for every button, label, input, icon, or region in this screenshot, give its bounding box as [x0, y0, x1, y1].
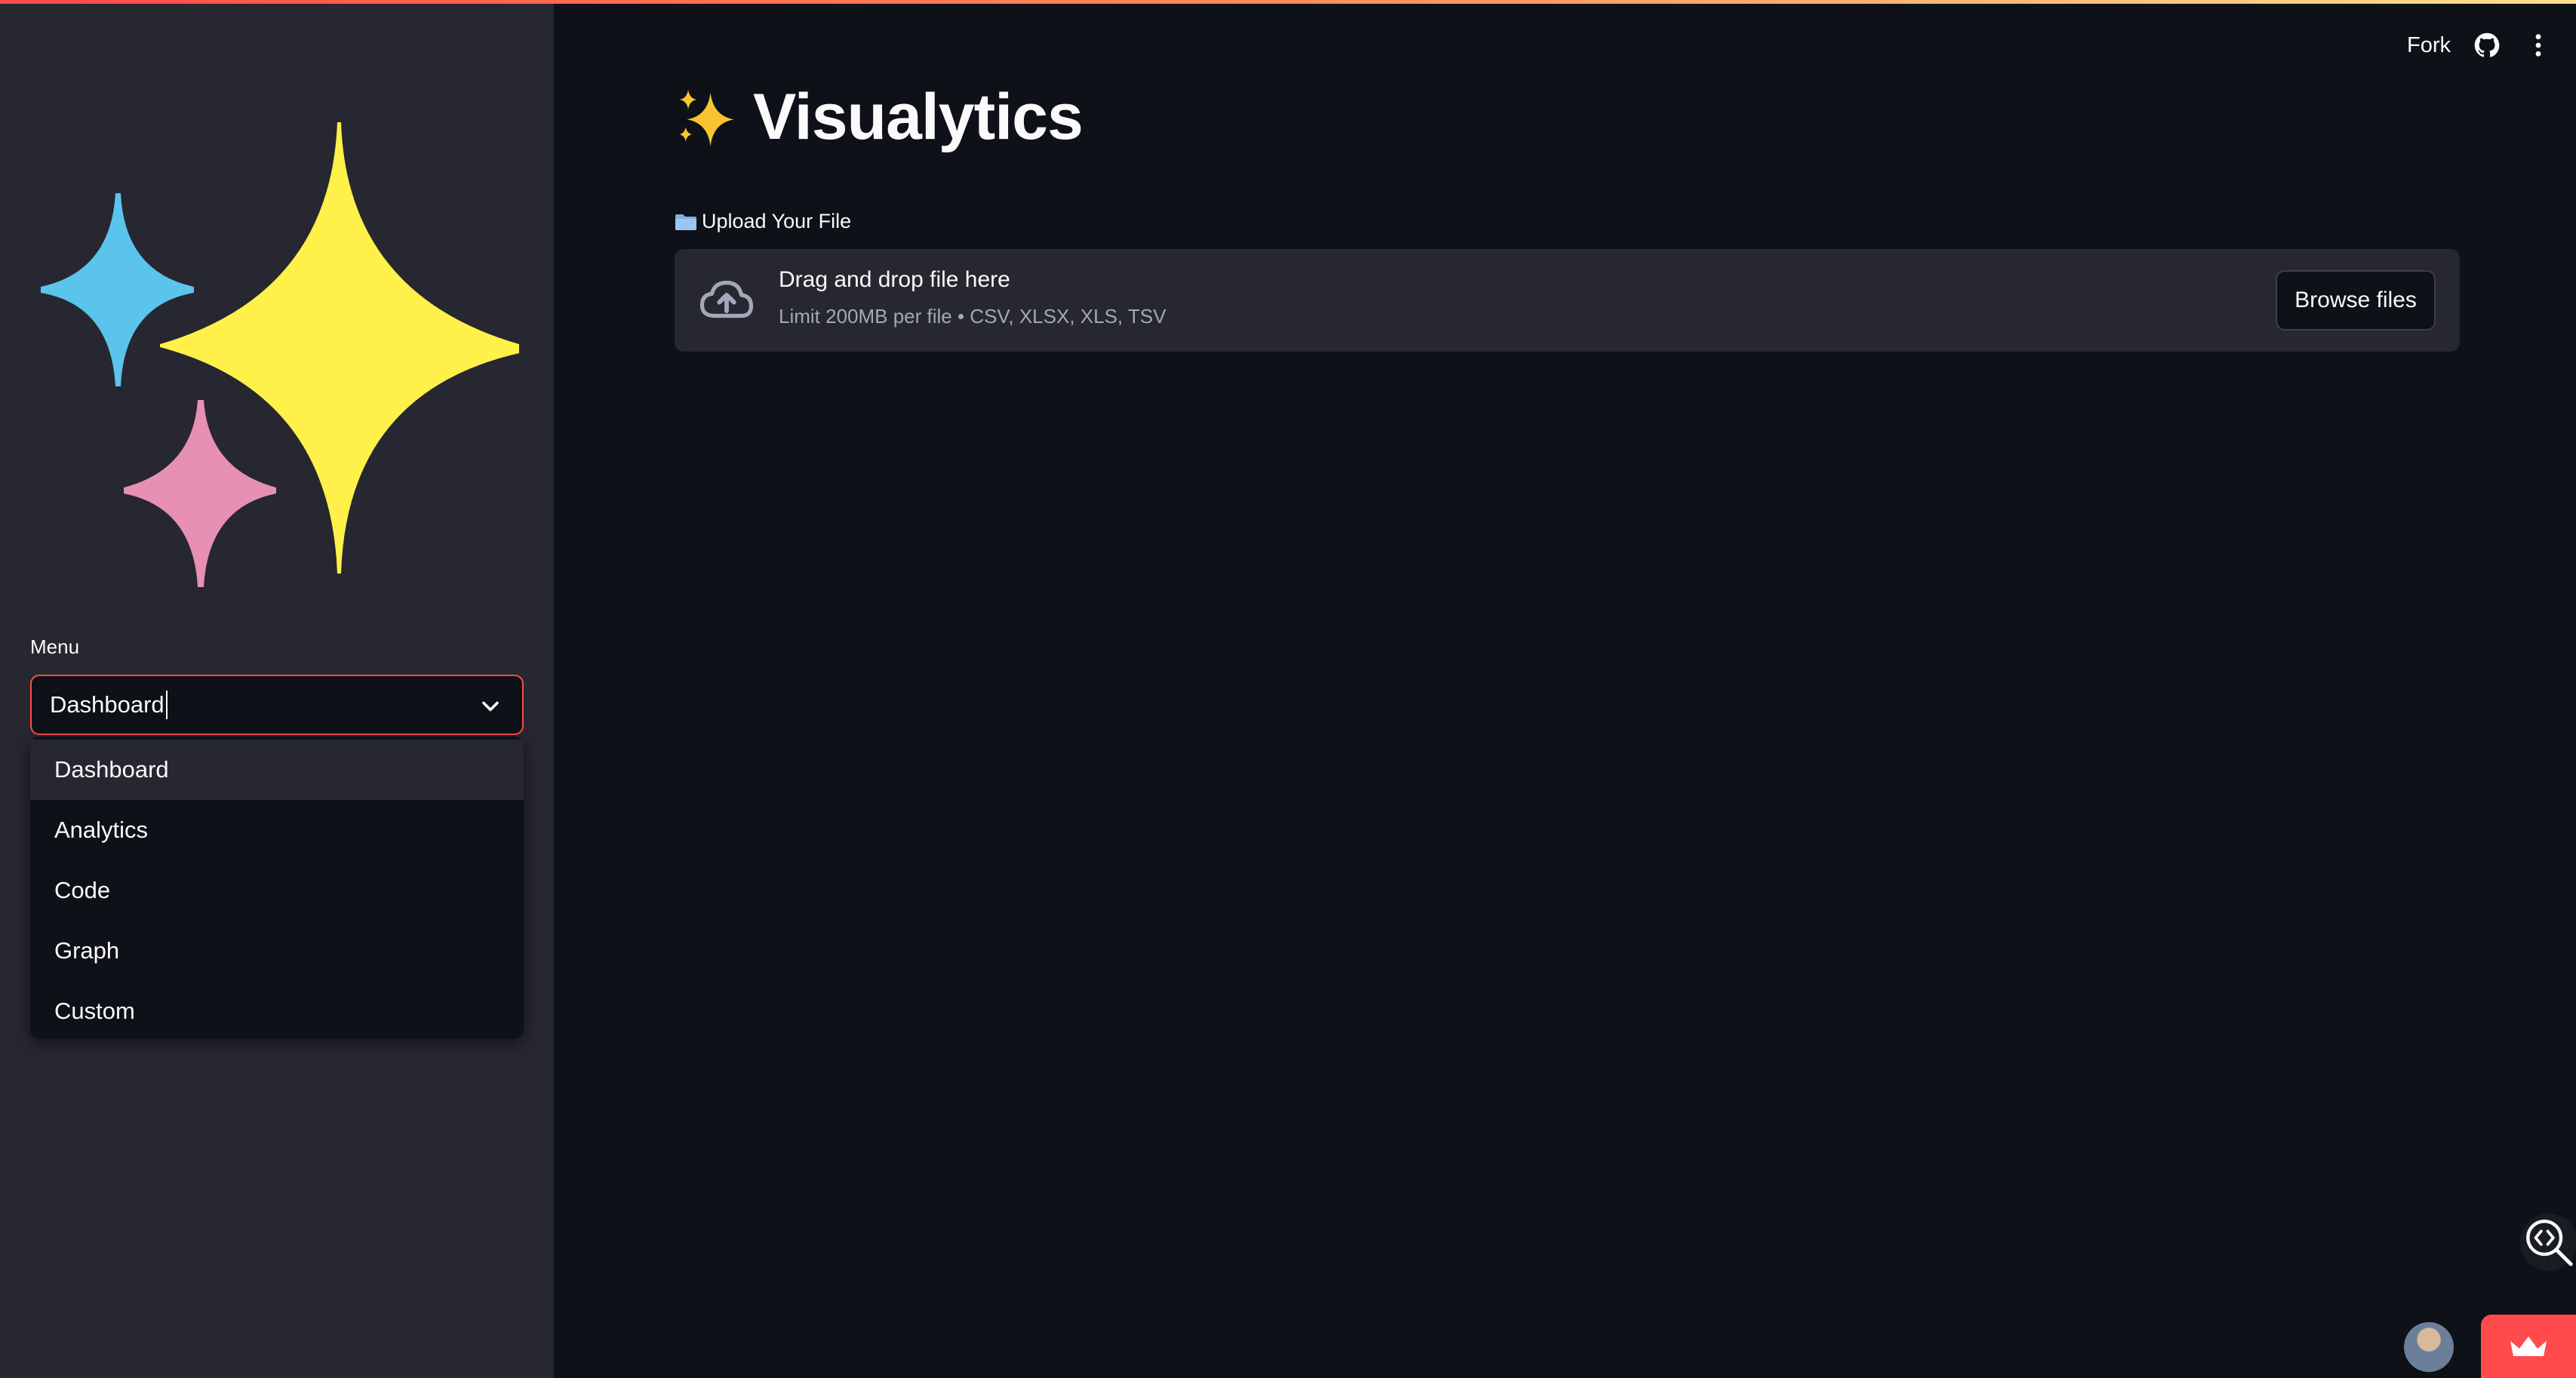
menu-option-code[interactable]: Code [30, 860, 524, 921]
dropzone-subtitle: Limit 200MB per file • CSV, XLSX, XLS, T… [779, 305, 1167, 328]
crown-icon[interactable] [2481, 1315, 2576, 1378]
dropzone-title: Drag and drop file here [779, 267, 1010, 292]
browse-files-button[interactable]: Browse files [2276, 270, 2436, 331]
upload-label-text: Upload Your File [702, 210, 852, 232]
fork-button[interactable]: Fork [2407, 33, 2451, 58]
avatar[interactable] [2404, 1322, 2454, 1372]
sparkles-title-icon [679, 89, 734, 147]
header-actions: Fork [2407, 24, 2553, 66]
menu-select-value[interactable]: Dashboard [50, 691, 164, 718]
top-decoration-stripe [0, 0, 2576, 4]
blue-sparkle [41, 193, 194, 386]
code-search-icon[interactable] [2520, 1213, 2576, 1271]
menu-option-custom[interactable]: Custom [30, 981, 524, 1041]
file-dropzone[interactable]: Drag and drop file here Limit 200MB per … [675, 249, 2460, 352]
menu-dropdown: Dashboard Analytics Code Graph Custom [30, 737, 524, 1038]
menu-select[interactable]: Dashboard [30, 675, 524, 735]
chevron-down-icon[interactable] [477, 693, 504, 720]
menu-option-analytics[interactable]: Analytics [30, 800, 524, 860]
pink-sparkle [124, 400, 276, 587]
upload-label: Upload Your File [675, 210, 851, 233]
text-caret [165, 691, 168, 719]
menu-option-graph[interactable]: Graph [30, 921, 524, 981]
menu-option-dashboard[interactable]: Dashboard [30, 740, 524, 800]
page-title-text: Visualytics [753, 80, 1084, 153]
github-icon[interactable] [2472, 30, 2502, 60]
sidebar: Menu Dashboard Dashboard Analytics Code … [0, 0, 554, 1378]
page-title: Visualytics [675, 75, 1084, 158]
kebab-menu-icon[interactable] [2523, 30, 2553, 60]
folder-icon [675, 214, 696, 230]
cloud-upload-icon [699, 281, 754, 318]
sparkles-icon [41, 122, 519, 587]
menu-label: Menu [30, 635, 80, 658]
